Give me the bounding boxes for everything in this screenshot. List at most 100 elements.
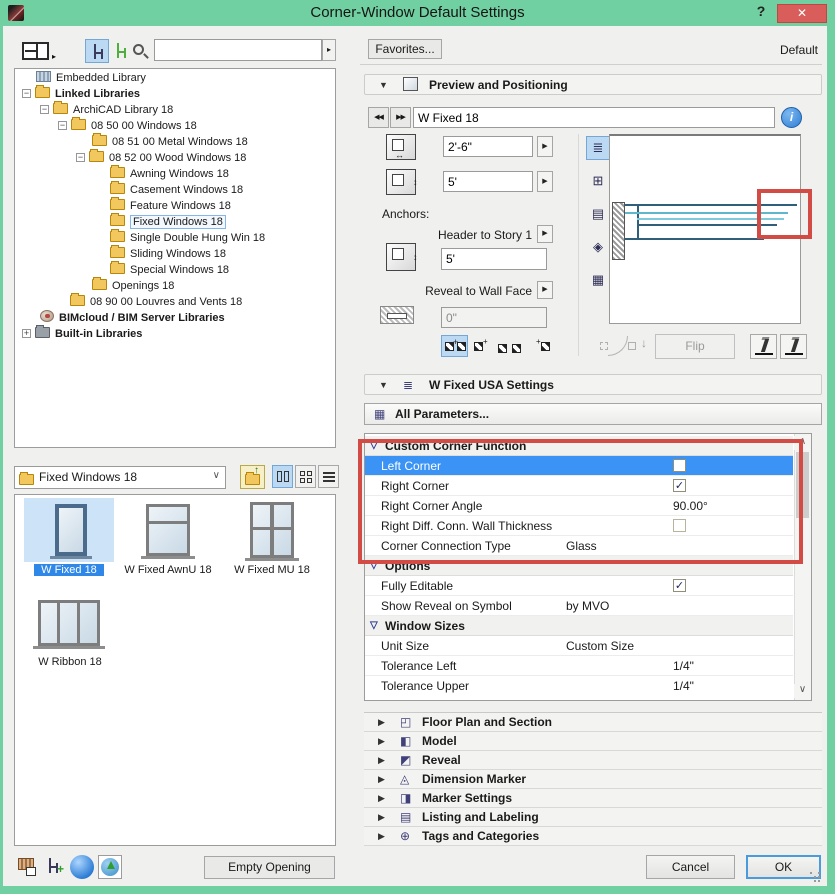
collapsed-arrow-icon[interactable]: ▶ [378,732,385,751]
section-floor-plan-and-section[interactable]: ▶ ◰ Floor Plan and Section [364,713,822,732]
tree-item-archicad-library[interactable]: − ArchiCAD Library 18 [40,101,173,118]
param-value[interactable]: by MVO [566,596,609,616]
info-button[interactable]: i [781,107,802,128]
go-up-button[interactable]: ↑ [240,465,265,489]
collapse-expander[interactable]: − [22,89,31,98]
search-input[interactable] [154,39,322,61]
param-value[interactable]: 1/4" [673,676,694,696]
anchor-option-center-button[interactable]: + [441,335,468,357]
thumbnail-label[interactable]: W Fixed 18 [34,564,104,576]
section-listing-and-labeling[interactable]: ▶ ▤ Listing and Labeling [364,808,822,827]
section-marker-settings[interactable]: ▶ ◨ Marker Settings [364,789,822,808]
param-value[interactable]: 1/4" [673,656,694,676]
all-parameters-button[interactable]: ▦ All Parameters... [364,403,822,425]
help-button[interactable]: ? [752,3,770,23]
upload-library-button[interactable] [98,855,122,879]
tree-item-08-50-00-windows[interactable]: −08 50 00 Windows 18 [58,117,197,134]
thumbnail-w-fixed-mu-18[interactable] [250,502,294,558]
width-flyout-button[interactable]: ▶ [537,136,553,157]
empty-opening-button[interactable]: Empty Opening [204,856,335,879]
param-row-tolerance-upper[interactable]: Tolerance Upper 1/4" [365,676,793,696]
tree-item-embedded-library[interactable]: Embedded Library [36,70,146,86]
tree-item-feature-windows[interactable]: Feature Windows 18 [110,197,231,214]
anchor-option-3-button[interactable] [498,341,507,355]
width-field[interactable] [443,136,533,157]
collapsed-arrow-icon[interactable]: ▶ [378,827,385,846]
thumbnail-w-ribbon-18[interactable] [38,600,100,646]
collapsed-arrow-icon[interactable]: ▶ [378,789,385,808]
favorites-button[interactable]: Favorites... [368,39,442,59]
param-row-show-reveal-on-symbol[interactable]: Show Reveal on Symbol by MVO [365,596,793,616]
tree-item-bimcloud[interactable]: BIMcloud / BIM Server Libraries [40,310,225,326]
view-mode-list-button[interactable] [318,465,339,488]
view-preview-button[interactable]: ▦ [586,269,610,293]
thumbnail-label[interactable]: W Fixed AwnU 18 [118,564,218,576]
param-group-window-sizes[interactable]: ▽ Window Sizes [365,616,793,636]
section-dimension-marker[interactable]: ▶ ◬ Dimension Marker [364,770,822,789]
view-mode-grid-button[interactable] [295,465,316,488]
view-mode-columns-button[interactable] [272,465,293,488]
tree-item-openings[interactable]: Openings 18 [92,277,174,294]
folder-select[interactable]: Fixed Windows 18 ∨ [14,466,226,489]
section-open-icon[interactable]: ▼ [379,380,388,390]
internet-library-icon[interactable] [70,855,94,879]
header-height-field[interactable] [441,248,547,270]
add-object-button[interactable]: + [44,856,66,878]
previous-object-button[interactable]: ◀◀ [368,107,389,128]
expand-expander[interactable]: + [22,329,31,338]
tree-item-louvres-and-vents[interactable]: 08 90 00 Louvres and Vents 18 [70,293,242,310]
thumbnail-label[interactable]: W Ribbon 18 [28,656,112,668]
tree-item-wood-windows[interactable]: −08 52 00 Wood Windows 18 [76,149,246,166]
tree-item-awning-windows[interactable]: Awning Windows 18 [110,165,229,182]
height-field[interactable] [443,171,533,192]
ok-button[interactable]: OK [746,855,821,879]
section-reveal[interactable]: ▶ ◩ Reveal [364,751,822,770]
collapsed-arrow-icon[interactable]: ▶ [378,770,385,789]
param-row-fully-editable[interactable]: Fully Editable ✓ [365,576,793,596]
load-object-button-active[interactable] [85,39,109,63]
fully-editable-checkbox[interactable]: ✓ [673,579,686,592]
group-open-icon[interactable]: ▽ [370,616,378,636]
search-flyout-button[interactable]: ▸ [322,39,336,61]
anchor-option-2-button[interactable]: + [474,337,488,353]
tree-item-metal-windows[interactable]: 08 51 00 Metal Windows 18 [92,133,248,150]
collapse-expander[interactable]: − [76,153,85,162]
collapse-expander[interactable]: − [58,121,67,130]
scroll-down-button[interactable]: ∨ [794,684,811,698]
collapsed-arrow-icon[interactable]: ▶ [378,808,385,827]
orientation-left-button[interactable] [750,334,777,359]
tree-item-special-windows[interactable]: Special Windows 18 [110,261,229,278]
section-w-fixed-usa-settings[interactable]: ▼ ≣ W Fixed USA Settings [364,374,822,395]
object-name-field[interactable] [413,107,775,128]
view-plan-button[interactable]: ≣ [586,136,610,160]
collapsed-arrow-icon[interactable]: ▶ [378,713,385,732]
close-button[interactable]: ✕ [777,4,827,23]
layout-flyout-arrow-icon[interactable]: ▸ [52,52,56,61]
tree-item-sliding-windows[interactable]: Sliding Windows 18 [110,245,226,262]
cancel-button[interactable]: Cancel [646,855,735,879]
library-manager-button[interactable] [16,856,38,878]
orientation-right-button-active[interactable] [780,334,807,359]
next-object-button[interactable]: ▶▶ [390,107,411,128]
param-row-unit-size[interactable]: Unit Size Custom Size [365,636,793,656]
header-anchor-flyout-button[interactable]: ▶ [537,225,553,243]
tree-item-single-double-hung[interactable]: Single Double Hung Win 18 [110,229,265,246]
height-flyout-button[interactable]: ▶ [537,171,553,192]
reveal-anchor-flyout-button[interactable]: ▶ [537,281,553,299]
view-front-button[interactable]: ⊞ [586,170,610,194]
anchor-option-4-button[interactable] [512,341,521,355]
view-side-button[interactable]: ▤ [586,203,610,227]
thumbnail-w-fixed-18[interactable] [55,504,87,556]
collapse-expander[interactable]: − [40,105,49,114]
resize-grip[interactable] [810,872,812,874]
anchor-option-5-button[interactable]: + [536,337,550,353]
section-tags-and-categories[interactable]: ▶ ⊕ Tags and Categories [364,827,822,846]
collapsed-arrow-icon[interactable]: ▶ [378,751,385,770]
library-view-layout-icon[interactable] [22,42,49,60]
section-preview-and-positioning[interactable]: ▼ Preview and Positioning [364,74,822,95]
param-value[interactable]: Custom Size [566,636,634,656]
tree-item-built-in-libraries[interactable]: + Built-in Libraries [22,325,142,342]
tree-item-fixed-windows[interactable]: Fixed Windows 18 [110,213,226,230]
tree-item-casement-windows[interactable]: Casement Windows 18 [110,181,243,198]
thumbnail-label[interactable]: W Fixed MU 18 [226,564,318,576]
